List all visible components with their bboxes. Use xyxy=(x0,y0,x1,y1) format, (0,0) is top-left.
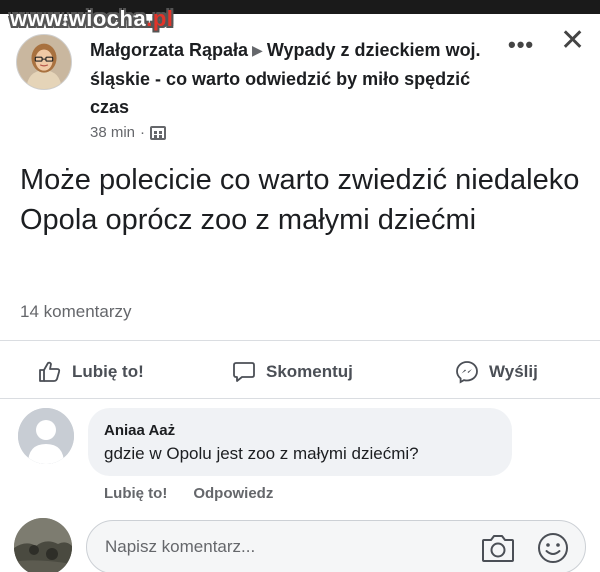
group-privacy-icon xyxy=(150,125,167,140)
post-time[interactable]: 38 min xyxy=(90,124,135,141)
author-photo-icon xyxy=(17,35,71,89)
comment-composer xyxy=(86,520,586,572)
watermark-domain: .pl xyxy=(146,6,174,31)
comment-actions: Lubię to! Odpowiedz xyxy=(104,485,273,502)
divider xyxy=(0,398,600,399)
messenger-icon xyxy=(456,361,478,384)
watermark-name: www.wiocha xyxy=(10,6,147,31)
comment-reply-button[interactable]: Odpowiedz xyxy=(193,485,273,502)
comment-bubble: Aniaa Aaż gdzie w Opolu jest zoo z małym… xyxy=(88,408,512,476)
author-name[interactable]: Małgorzata Rąpała xyxy=(90,40,248,60)
comment-input[interactable] xyxy=(87,521,467,572)
camera-icon xyxy=(482,535,514,562)
like-label: Lubię to! xyxy=(72,362,144,381)
post-meta: 38 min · xyxy=(90,124,167,141)
thumbs-up-icon xyxy=(39,361,61,382)
emoji-button[interactable] xyxy=(537,532,569,564)
comment-count[interactable]: 14 komentarzy xyxy=(20,302,132,322)
post-header: Małgorzata Rąpała ▶ Wypady z dzieckiem woj… xyxy=(90,36,490,121)
post-text: Może polecicie co warto zwiedzić niedale… xyxy=(20,164,580,236)
send-label: Wyślij xyxy=(489,362,538,381)
speech-bubble-icon xyxy=(233,362,255,382)
default-user-icon xyxy=(18,408,74,464)
close-button[interactable]: ✕ xyxy=(560,26,585,56)
user-photo-icon xyxy=(14,518,72,572)
arrow-right-icon: ▶ xyxy=(252,42,263,58)
comment-button[interactable]: Skomentuj xyxy=(232,356,353,388)
current-user-avatar[interactable] xyxy=(14,518,72,572)
post-action-bar: Lubię to! Skomentuj Wyślij xyxy=(0,356,600,388)
author-avatar[interactable] xyxy=(16,34,72,90)
comment-author[interactable]: Aniaa Aaż xyxy=(104,422,496,439)
smiley-icon xyxy=(538,533,568,563)
like-button[interactable]: Lubię to! xyxy=(38,356,144,388)
camera-button[interactable] xyxy=(481,533,515,563)
comment-like-button[interactable]: Lubię to! xyxy=(104,485,167,502)
comment-text: gdzie w Opolu jest zoo z małymi dziećmi? xyxy=(104,444,419,463)
comment-label: Skomentuj xyxy=(266,362,353,381)
commenter-avatar[interactable] xyxy=(18,408,74,464)
site-watermark: www.wiocha.pl xyxy=(10,6,173,32)
more-options-button[interactable]: ••• xyxy=(508,32,534,58)
divider xyxy=(0,340,600,341)
meta-separator: · xyxy=(140,124,146,141)
send-button[interactable]: Wyślij xyxy=(455,356,538,388)
